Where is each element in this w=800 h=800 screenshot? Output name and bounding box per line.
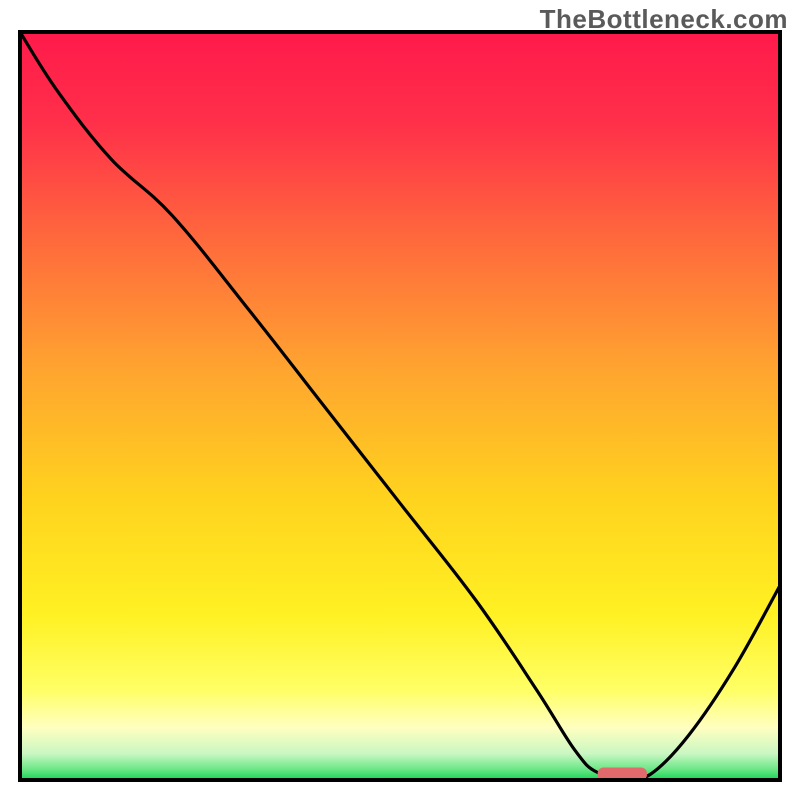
chart-stage: TheBottleneck.com [0,0,800,800]
watermark-text: TheBottleneck.com [540,4,788,35]
gradient-background [20,32,780,780]
bottleneck-chart [18,30,782,782]
